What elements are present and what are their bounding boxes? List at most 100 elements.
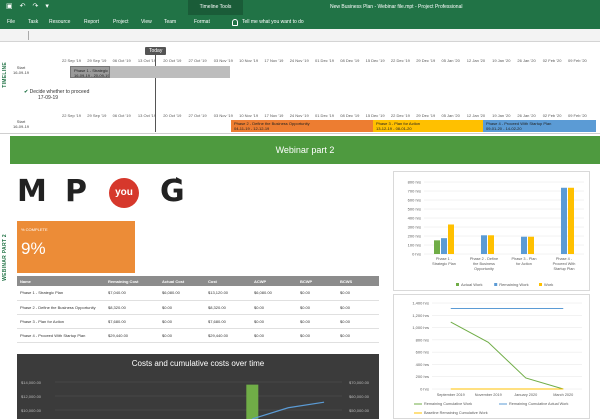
table-cell: Phase 2 - Define the Business Opportunit… <box>17 300 105 315</box>
tab-resource[interactable]: Resource <box>49 15 70 29</box>
tab-project[interactable]: Project <box>113 15 129 29</box>
table-cell: $0.00 <box>159 300 205 315</box>
customize-icon[interactable]: ▾ <box>45 3 49 11</box>
title-bar: ▣ ↶ ↷ ▾ Timeline Tools New Business Plan… <box>0 0 600 15</box>
axis-tick-label: 400 hrs <box>416 362 429 367</box>
timeline-bar-phase-3[interactable]: Phase 3 - Plan for Action 13-12-19 - 08-… <box>373 120 483 132</box>
report-canvas[interactable]: WEBINAR PART 2 Webinar part 2 M P you G … <box>0 134 600 419</box>
timescale-date: 22 Dec '19 <box>390 113 410 118</box>
timescale-date: 22 Dec '19 <box>390 58 410 63</box>
timescale-date: 10 Nov '19 <box>239 113 259 118</box>
timescale-date: 29 Sep '19 <box>87 113 107 118</box>
category-label: Strategic Plan <box>432 262 456 266</box>
timescale-date: 27 Oct '19 <box>188 58 207 63</box>
tab-format[interactable]: Format <box>194 15 210 29</box>
timescale-date: 01 Dec '19 <box>315 113 334 118</box>
timescale-date: 29 Sep '19 <box>87 58 107 63</box>
timescale-date: 26 Jan '20 <box>517 113 536 118</box>
timeline-bar-phase-1-extent[interactable] <box>110 66 230 78</box>
timescale-date: 06 Oct '19 <box>112 58 131 63</box>
timescale-date: 26 Jan '20 <box>517 58 536 63</box>
timescale-date: 06 Oct '19 <box>112 113 131 118</box>
legend-swatch <box>539 283 542 286</box>
tell-me-text: Tell me what you want to do <box>242 19 304 25</box>
table-cell: $0.00 <box>297 328 337 343</box>
timeline-milestone[interactable]: ✔ Decide whether to proceed 17-09-19 <box>24 89 89 101</box>
col-header: Actual Cost <box>159 276 205 286</box>
legend-label: Baseline Remaining Cumulative Work <box>424 411 488 415</box>
redo-icon[interactable]: ↷ <box>33 3 39 11</box>
timescale-date: 29 Dec '19 <box>416 113 436 118</box>
table-cell: $0.00 <box>337 300 379 315</box>
col-header: BCWS <box>337 276 379 286</box>
axis-tick-label: 400 hrs <box>408 216 421 221</box>
legend-swatch <box>494 283 498 286</box>
timescale-date: 22 Sep '19 <box>62 113 82 118</box>
table-cell: $0.00 <box>337 314 379 329</box>
timeline-side-label: TIMELINE <box>2 62 8 88</box>
axis-tick-label: $70,000.00 <box>349 380 370 385</box>
burndown-chart-plot: 0 hrs 200 hrs 400 hrs 600 hrs 800 hrs 1,000 h… <box>412 301 582 415</box>
entry-bar[interactable] <box>0 29 600 42</box>
table-cell: $0.00 <box>159 314 205 329</box>
legend-label: Work <box>544 282 553 287</box>
report-side-label: WEBINAR PART 2 <box>2 234 8 281</box>
timescale-date: 15 Dec '19 <box>365 58 385 63</box>
axis-tick-label: 700 hrs <box>408 189 421 194</box>
costs-over-time-chart[interactable]: Costs and cumulative costs over time $14… <box>17 354 379 419</box>
save-icon[interactable]: ▣ <box>6 3 13 11</box>
category-label: Phase 2 - Define <box>470 257 498 261</box>
axis-tick-label: 200 hrs <box>408 234 421 239</box>
today-marker-label: Today <box>145 47 167 55</box>
table-cell: $13,120.00 <box>205 286 251 301</box>
window-title: New Business Plan - Webinar file.mpt - P… <box>330 4 463 10</box>
axis-tick-label: $60,000.00 <box>349 394 370 399</box>
chart-bar <box>488 235 494 254</box>
tab-team[interactable]: Team <box>164 15 176 29</box>
table-cell: $0.00 <box>297 314 337 329</box>
timescale-date: 13 Oct '19 <box>137 58 156 63</box>
timescale-date: 01 Dec '19 <box>315 58 334 63</box>
axis-tick-label: $50,000.00 <box>349 408 370 413</box>
tab-task[interactable]: Task <box>28 15 38 29</box>
tell-me-box[interactable]: Tell me what you want to do <box>232 15 304 29</box>
tab-view[interactable]: View <box>141 15 152 29</box>
ribbon-tabs: File Task Resource Report Project View T… <box>0 15 600 29</box>
timeline-bar-phase-4[interactable]: Phase 4 - Proceed With Startup Plan 09-0… <box>483 120 596 132</box>
timeline-bar-phase-1[interactable]: Phase 1 - Strategic Plan 16-09-19 - 20-0… <box>70 66 110 78</box>
chart-line <box>450 321 564 390</box>
chart-bar <box>561 187 567 254</box>
percent-complete-card: % COMPLETE 9% <box>17 221 135 273</box>
chart-bar <box>441 238 447 254</box>
category-label: Phase 4 - <box>556 257 573 261</box>
table-cell: $0.00 <box>297 286 337 301</box>
timescale-date: 20 Oct '19 <box>163 58 182 63</box>
timescale-date: 24 Nov '19 <box>289 58 309 63</box>
timescale-date: 03 Nov '19 <box>213 58 233 63</box>
axis-tick-label: 800 hrs <box>416 337 429 342</box>
timescale-date: 29 Dec '19 <box>416 58 436 63</box>
work-by-phase-chart[interactable]: 0 hrs 100 hrs 200 hrs 300 hrs 400 hrs 500 hrs… <box>393 171 590 291</box>
timescale-date: 05 Jan '20 <box>441 58 460 63</box>
logo-you: you <box>109 178 139 208</box>
timeline-view[interactable]: TIMELINE Today 22 Sep '19 29 Sep '19 06 Oc… <box>0 42 600 134</box>
timeline-bar-phase-2[interactable]: Phase 2 - Define the Business Opportunit… <box>231 120 373 132</box>
cumulative-work-chart[interactable]: 0 hrs 200 hrs 400 hrs 600 hrs 800 hrs 1,000 h… <box>393 294 590 419</box>
category-label: Proceed With <box>553 262 576 266</box>
table-cell: Phase 4 - Proceed With Startup Plan <box>17 328 105 343</box>
axis-tick-label: 500 hrs <box>408 207 421 212</box>
timescale-date: 09 Feb '20 <box>568 58 587 63</box>
category-label: January 2020 <box>514 393 537 397</box>
tab-report[interactable]: Report <box>84 15 99 29</box>
axis-tick-label: $10,000.00 <box>21 408 42 413</box>
axis-tick-label: 800 hrs <box>408 180 421 185</box>
table-cell: $0.00 <box>159 328 205 343</box>
undo-icon[interactable]: ↶ <box>20 3 26 11</box>
category-label: Phase 1 - <box>436 257 453 261</box>
tab-file[interactable]: File <box>7 15 15 29</box>
chart-bar <box>568 187 574 254</box>
timescale-date: 24 Nov '19 <box>289 113 309 118</box>
chart-bar <box>448 224 454 254</box>
table-row: Phase 4 - Proceed With Startup Plan $29,4… <box>17 328 379 343</box>
entry-divider <box>28 31 29 40</box>
